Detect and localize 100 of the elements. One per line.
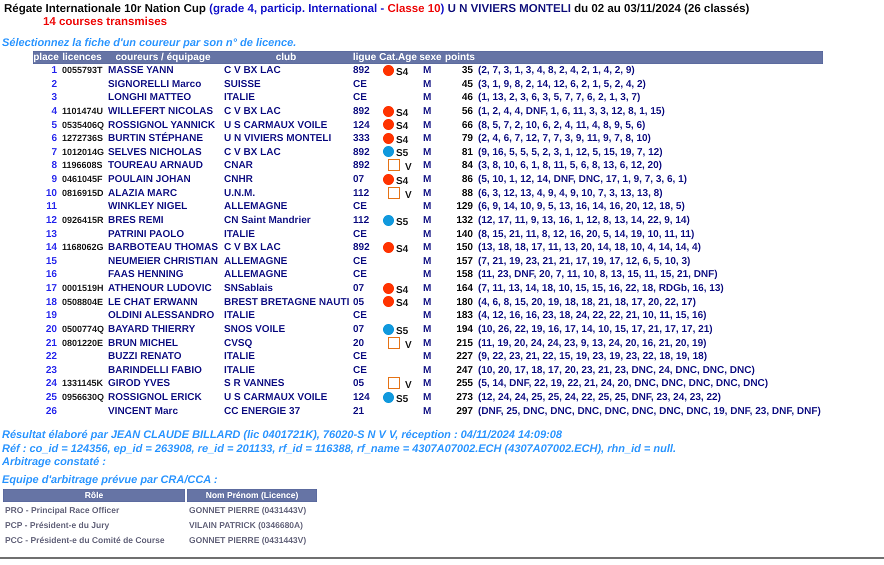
- sex-cell-text: M: [422, 132, 432, 146]
- points-cell-text: 56: [460, 104, 473, 119]
- club-cell-text: CN Saint Mandrier: [223, 214, 312, 228]
- column-header: sexe: [418, 51, 443, 64]
- ligue-cell-text: CE: [352, 309, 368, 323]
- place-cell-text: 20: [44, 322, 58, 337]
- name-cell-text: LE CHAT ERWANN: [107, 296, 199, 310]
- column-header: Cat.Age: [378, 51, 418, 64]
- race-results: (7, 21, 19, 23, 21, 21, 17, 19, 17, 12, 6, 5, 10, 3): [477, 254, 692, 268]
- club-cell-text: SUISSE: [223, 78, 262, 92]
- race-results: (10, 26, 22, 19, 16, 17, 14, 10, 15, 17, 21, 17, 17, 21): [477, 322, 714, 337]
- name-cell-text: PATRINI PAOLO: [107, 228, 186, 242]
- category-label: S4: [396, 66, 408, 78]
- sex-cell-text: M: [422, 391, 432, 405]
- club-cell-text: CVSQ: [223, 336, 254, 350]
- licence-link[interactable]: 1331145K: [59, 377, 105, 392]
- licence-link[interactable]: 0956630Q: [59, 391, 105, 405]
- licence-link[interactable]: 1012014G: [59, 146, 105, 160]
- club-cell-text: ALLEMAGNE: [223, 268, 288, 282]
- place-cell-text: 24: [44, 377, 58, 392]
- licence-link[interactable]: 0535406Q: [59, 118, 105, 132]
- licence-link[interactable]: 1168062G: [59, 241, 105, 255]
- ligue-cell-text: 07: [352, 173, 366, 187]
- licence-link[interactable]: 0816915D: [59, 186, 105, 201]
- club-cell-text: U.N.M.: [223, 186, 256, 201]
- name-cell-text: GIROD YVES: [107, 377, 172, 392]
- licence-link[interactable]: 1101474U: [59, 104, 105, 119]
- points-cell-text: 227: [455, 350, 473, 364]
- licence-link[interactable]: 0926415R: [59, 214, 105, 228]
- category-label: S5: [396, 216, 408, 228]
- licence-link[interactable]: 0461045F: [59, 173, 105, 187]
- ligue-cell-text: 05: [352, 296, 366, 310]
- name-cell-text: NEUMEIER CHRISTIAN: [107, 254, 220, 268]
- name-cell-text: OLDINI ALESSANDRO: [107, 309, 216, 323]
- sex-cell-text: M: [422, 268, 432, 282]
- race-results: (4, 12, 16, 16, 23, 18, 24, 22, 22, 21, 10, 11, 15, 16): [477, 309, 708, 323]
- column-header: club: [274, 51, 298, 64]
- title-part: du 02 au 03/11/2024 (26 classés): [574, 3, 750, 15]
- points-cell-text: 164: [455, 282, 473, 296]
- licence-link[interactable]: 0055793T: [59, 64, 105, 78]
- club-cell-text: U S CARMAUX VOILE: [223, 118, 328, 132]
- place-cell-text: 21: [44, 336, 58, 350]
- name-cell-text: BRUN MICHEL: [107, 336, 179, 350]
- licence-link[interactable]: 1196608S: [59, 159, 105, 174]
- club-cell-text: BREST BRETAGNE NAUTI: [223, 296, 350, 310]
- club-cell-text: CNAR: [223, 159, 254, 174]
- race-results: (13, 18, 18, 17, 11, 13, 20, 14, 18, 10, 4, 14, 14, 4): [477, 241, 702, 255]
- race-results: (3, 8, 10, 6, 1, 8, 11, 5, 6, 8, 13, 6, 12, 20): [477, 159, 664, 174]
- club-cell-text: ITALIE: [223, 309, 256, 323]
- column-header: place: [33, 51, 59, 64]
- place-cell-text: 25: [44, 391, 58, 405]
- licence-link[interactable]: 0508804E: [59, 296, 105, 310]
- licence-link[interactable]: 0500774Q: [59, 322, 105, 337]
- race-results: (11, 19, 20, 24, 24, 23, 9, 13, 24, 20, 16, 21, 20, 19): [477, 336, 708, 350]
- race-results: (5, 14, DNF, 22, 19, 22, 21, 24, 20, DNC, DNC, DNC, DNC, DNC): [477, 377, 770, 392]
- club-cell-text: ITALIE: [223, 228, 256, 242]
- sex-cell-text: M: [422, 186, 432, 201]
- club-cell-text: ITALIE: [223, 364, 256, 378]
- points-cell-text: 88: [460, 186, 473, 201]
- race-results: (8, 15, 21, 11, 8, 12, 16, 20, 5, 14, 19, 10, 11, 11): [477, 228, 696, 242]
- sex-cell-text: M: [422, 350, 432, 364]
- licence-link[interactable]: 0801220E: [59, 336, 105, 350]
- place-cell-text: 1: [50, 64, 58, 78]
- race-results: (2, 4, 6, 7, 12, 7, 7, 3, 9, 11, 9, 7, 8, 10): [477, 132, 652, 146]
- column-header: coureurs / équipage: [114, 51, 212, 64]
- club-cell-text: ALLEMAGNE: [223, 200, 288, 214]
- subtitle: 14 courses transmises: [42, 16, 168, 29]
- sex-cell-text: M: [422, 159, 432, 174]
- sex-cell-text: M: [422, 404, 432, 418]
- ligue-cell-text: CE: [352, 91, 368, 105]
- sex-cell-text: M: [422, 173, 432, 187]
- points-cell-text: 132: [455, 214, 473, 228]
- club-cell-text: C V BX LAC: [223, 104, 282, 119]
- points-cell-text: 215: [455, 336, 473, 350]
- licence-link[interactable]: 1272736S: [59, 132, 105, 146]
- race-results: (9, 16, 5, 5, 5, 2, 3, 1, 12, 5, 15, 19, 7, 12): [477, 146, 664, 160]
- club-cell-text: C V BX LAC: [223, 146, 282, 160]
- name-cell-text: FAAS HENNING: [107, 268, 185, 282]
- race-results: (3, 1, 9, 8, 2, 14, 12, 6, 2, 1, 5, 2, 4, 2): [477, 78, 647, 92]
- club-cell-text: ALLEMAGNE: [223, 254, 288, 268]
- sex-cell-text: M: [422, 254, 432, 268]
- ligue-cell-text: 892: [352, 159, 371, 174]
- ligue-cell-text: 892: [352, 64, 371, 78]
- points-cell-text: 129: [455, 200, 473, 214]
- person-cell-text: VILAIN PATRICK (0346680A): [188, 519, 304, 532]
- ligue-cell-text: CE: [352, 350, 368, 364]
- points-cell-text: 157: [455, 254, 473, 268]
- category-label: S5: [396, 326, 408, 337]
- licence-link[interactable]: 0001519H: [59, 282, 105, 296]
- category-label: V: [405, 380, 412, 392]
- category-label: S4: [396, 176, 408, 187]
- place-cell-text: 2: [50, 78, 58, 92]
- title-part: ): [440, 3, 444, 15]
- club-cell-text: SNOS VOILE: [223, 322, 286, 337]
- race-results: (11, 23, DNF, 20, 7, 11, 10, 8, 13, 15, 11, 15, 21, DNF): [477, 268, 719, 282]
- points-cell-text: 45: [460, 78, 473, 92]
- ligue-cell-text: 112: [352, 214, 370, 228]
- category-label: S4: [396, 298, 408, 310]
- points-cell-text: 84: [460, 159, 473, 174]
- category-label: S4: [396, 134, 408, 146]
